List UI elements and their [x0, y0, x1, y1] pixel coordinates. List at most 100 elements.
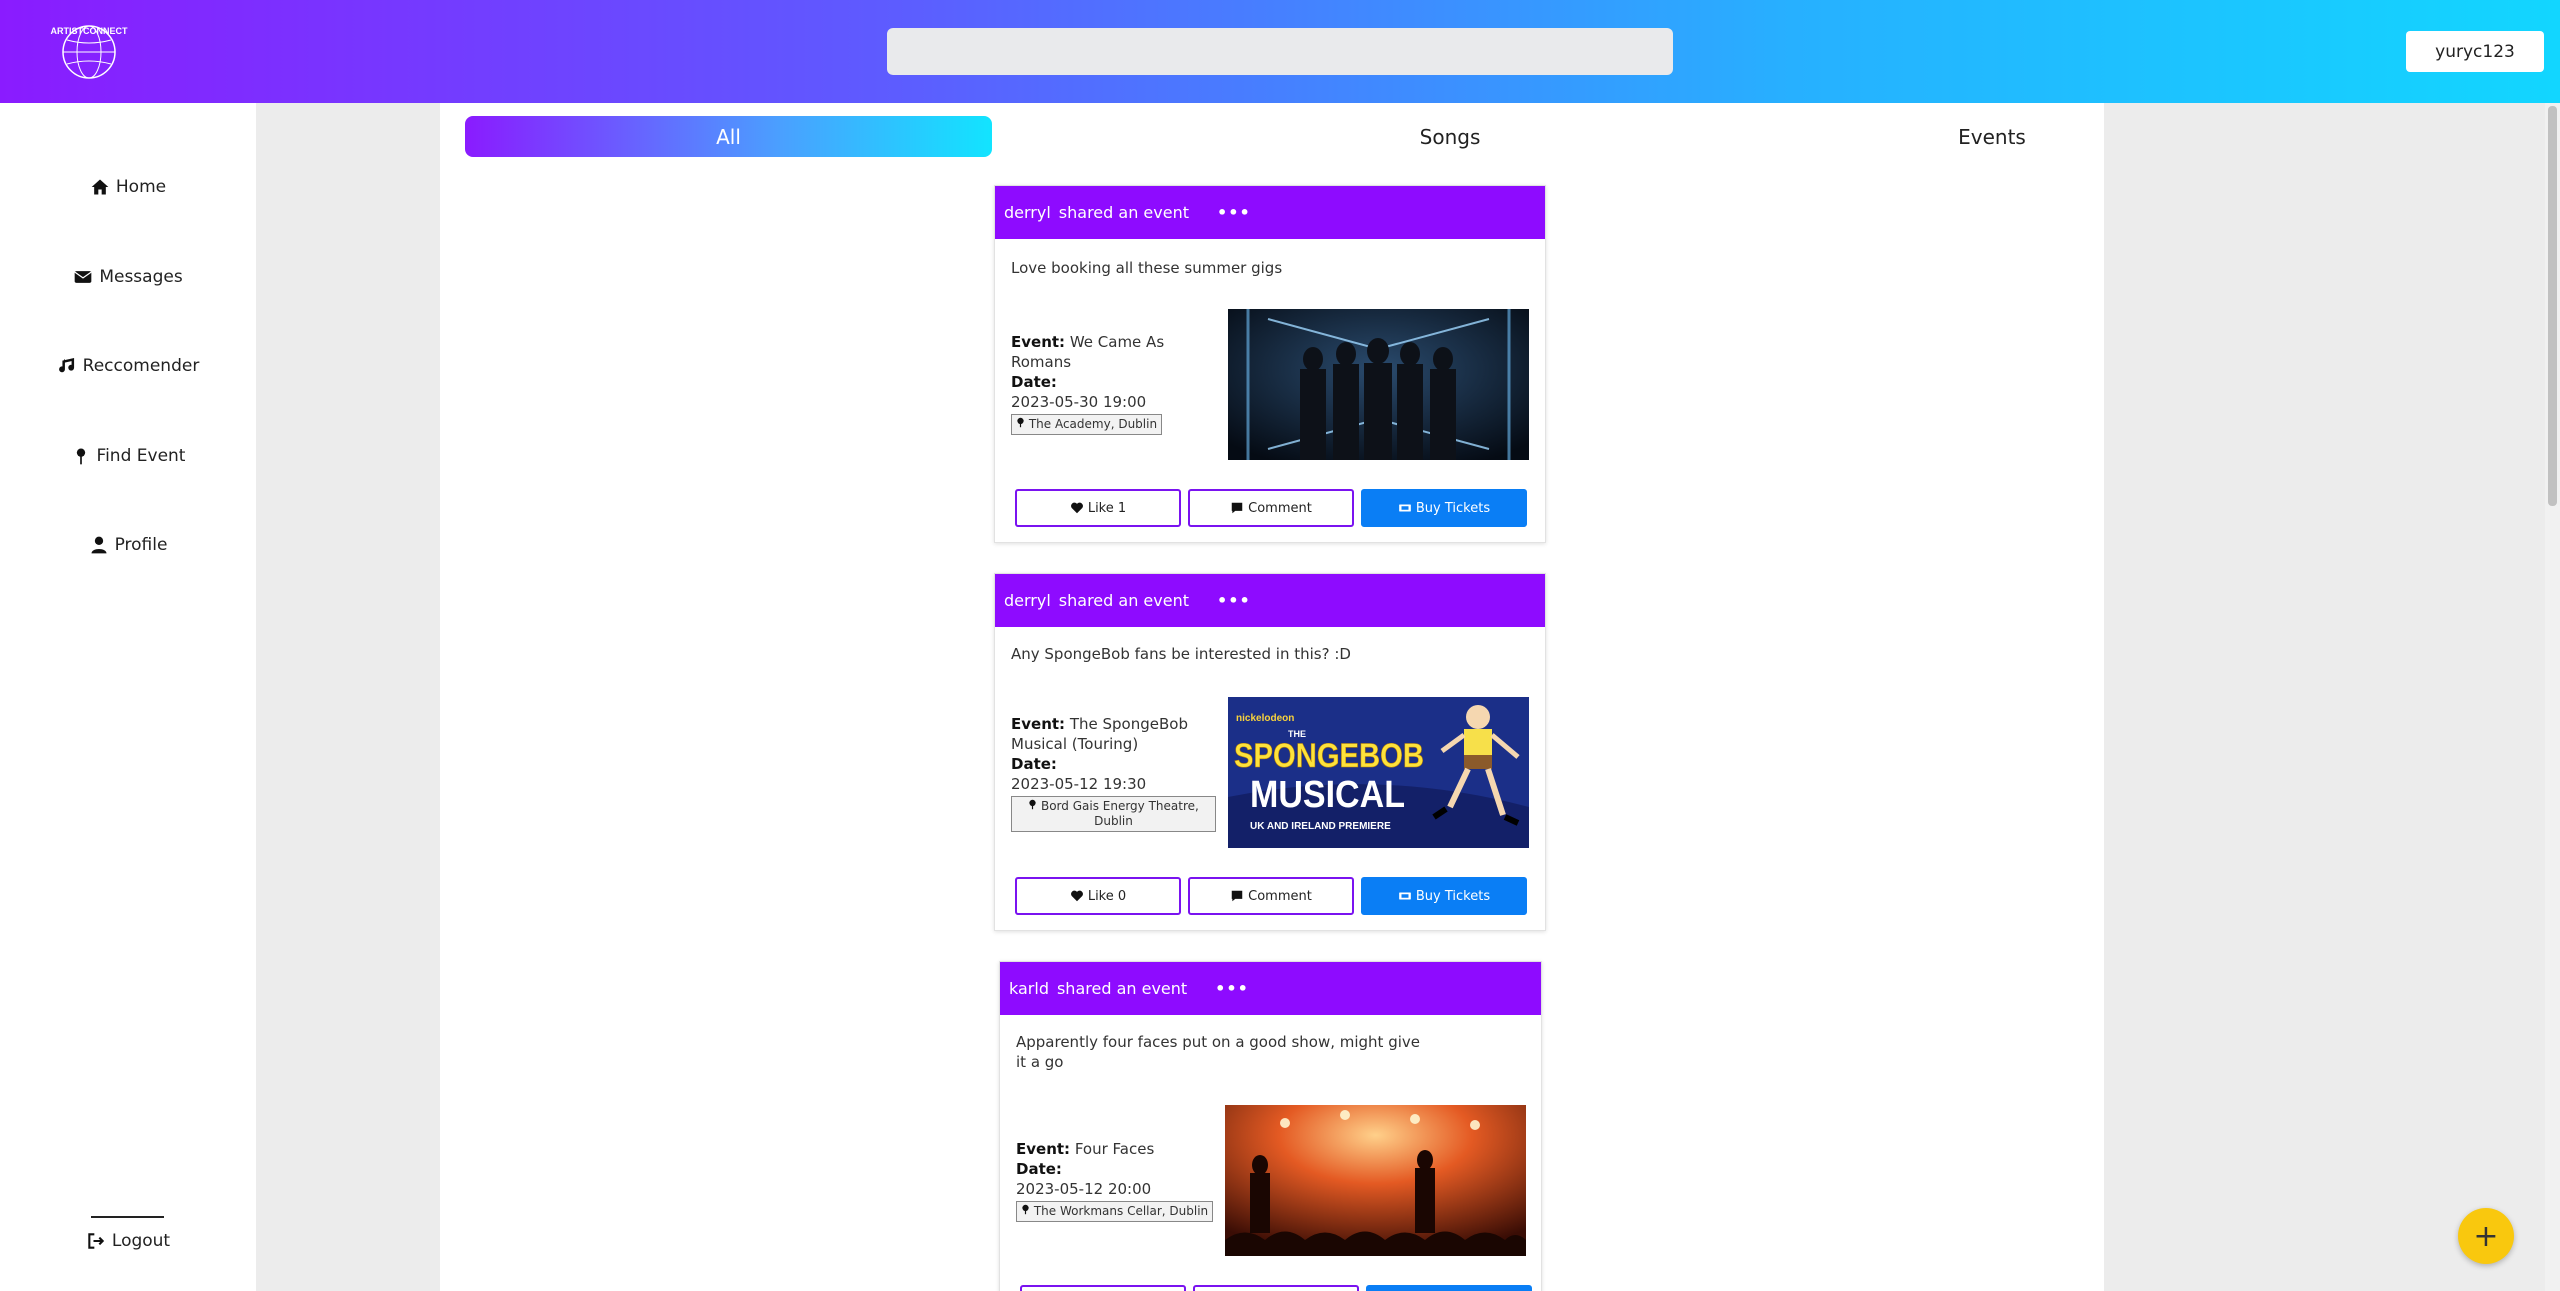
location-text: Bord Gais Energy Theatre, Dublin — [1040, 799, 1199, 828]
tab-label: Songs — [1419, 124, 1481, 149]
sidebar-item-home[interactable]: Home — [0, 167, 256, 207]
tab-label: All — [716, 124, 741, 149]
post-username[interactable]: derryl — [1004, 203, 1051, 222]
event-info: Event: Four Faces Date: 2023-05-12 20:00… — [1016, 1139, 1236, 1222]
post-card: derryl shared an event ••• Any SpongeBob… — [994, 573, 1546, 931]
svg-text:MUSICAL: MUSICAL — [1250, 774, 1405, 816]
event-label: Event: — [1016, 1140, 1071, 1158]
sidebar: Home Messages Reccomender Find Event Pro… — [0, 103, 256, 1291]
svg-text:ARTISTCONNECT: ARTISTCONNECT — [51, 26, 128, 36]
logout-label: Logout — [111, 1231, 171, 1251]
buy-tickets-label: Buy Tickets — [1415, 888, 1491, 904]
post-text: Love booking all these summer gigs — [1011, 259, 1283, 277]
envelope-icon — [74, 271, 93, 283]
divider — [91, 1216, 164, 1218]
location-badge[interactable]: The Academy, Dublin — [1011, 414, 1163, 435]
post-card: derryl shared an event ••• Love booking … — [994, 185, 1546, 543]
sidebar-item-label: Home — [115, 177, 167, 197]
comment-icon — [1231, 502, 1243, 514]
comment-button[interactable] — [1193, 1285, 1359, 1291]
post-header: derryl shared an event ••• — [995, 186, 1545, 239]
sidebar-item-label: Profile — [114, 535, 168, 555]
post-header: derryl shared an event ••• — [995, 574, 1545, 627]
date-label: Date: — [1016, 1160, 1062, 1178]
comment-button[interactable]: Comment — [1188, 489, 1354, 527]
like-button[interactable]: Like 1 — [1015, 489, 1181, 527]
sidebar-item-messages[interactable]: Messages — [0, 257, 256, 297]
ticket-icon — [1399, 892, 1411, 900]
svg-text:UK AND IRELAND PREMIERE: UK AND IRELAND PREMIERE — [1250, 821, 1391, 832]
post-text: Any SpongeBob fans be interested in this… — [1011, 645, 1351, 663]
map-pin-icon — [1029, 799, 1036, 810]
ticket-icon — [1399, 504, 1411, 512]
post-actions: Like 0 Comment Buy Tickets — [1015, 877, 1527, 915]
post-actions — [1020, 1285, 1532, 1291]
post-username[interactable]: derryl — [1004, 591, 1051, 610]
comment-button[interactable]: Comment — [1188, 877, 1354, 915]
post-menu-button[interactable]: ••• — [1217, 591, 1251, 610]
comment-label: Comment — [1248, 500, 1312, 516]
like-button[interactable]: Like 0 — [1015, 877, 1181, 915]
username-label: yuryc123 — [2435, 41, 2515, 62]
event-info: Event: The SpongeBob Musical (Touring) D… — [1011, 714, 1221, 832]
post-header: karld shared an event ••• — [1000, 962, 1541, 1015]
logout-button[interactable]: Logout — [0, 1221, 256, 1261]
event-date: 2023-05-12 20:00 — [1016, 1180, 1152, 1198]
create-post-button[interactable]: + — [2458, 1208, 2514, 1264]
buy-tickets-button[interactable]: Buy Tickets — [1361, 489, 1527, 527]
post-card: karld shared an event ••• Apparently fou… — [999, 961, 1542, 1291]
heart-icon — [1070, 502, 1083, 514]
event-label: Event: — [1011, 333, 1066, 351]
buy-tickets-label: Buy Tickets — [1415, 500, 1491, 516]
location-text: The Workmans Cellar, Dublin — [1033, 1204, 1209, 1218]
map-pin-icon — [1017, 417, 1024, 428]
page-scrollbar[interactable] — [2545, 103, 2560, 1291]
post-text: Apparently four faces put on a good show… — [1016, 1033, 1421, 1071]
post-menu-button[interactable]: ••• — [1217, 203, 1251, 222]
sidebar-item-find-event[interactable]: Find Event — [0, 436, 256, 476]
post-actions: Like 1 Comment Buy Tickets — [1015, 489, 1527, 527]
comment-label: Comment — [1248, 888, 1312, 904]
artistconnect-logo[interactable]: ARTISTCONNECT — [34, 20, 144, 82]
sidebar-item-label: Messages — [99, 267, 183, 287]
date-label: Date: — [1011, 373, 1057, 391]
sidebar-item-label: Reccomender — [82, 356, 200, 376]
post-action: shared an event — [1056, 979, 1188, 998]
comment-icon — [1231, 890, 1243, 902]
user-menu-button[interactable]: yuryc123 — [2406, 31, 2544, 72]
like-label: Like 1 — [1087, 500, 1127, 516]
event-date: 2023-05-12 19:30 — [1011, 775, 1147, 793]
top-header: ARTISTCONNECT yuryc123 — [0, 0, 2560, 103]
svg-text:SPONGEBOB: SPONGEBOB — [1234, 737, 1424, 775]
tab-label: Events — [1958, 124, 2026, 149]
post-action: shared an event — [1058, 591, 1189, 610]
search-input[interactable] — [887, 28, 1673, 75]
sidebar-item-reccomender[interactable]: Reccomender — [0, 346, 256, 386]
like-button[interactable] — [1020, 1285, 1186, 1291]
post-menu-button[interactable]: ••• — [1215, 979, 1249, 998]
plus-icon: + — [2473, 1218, 2499, 1254]
buy-tickets-button[interactable]: Buy Tickets — [1361, 877, 1527, 915]
event-image[interactable] — [1228, 309, 1529, 460]
logout-icon — [88, 1233, 105, 1249]
home-icon — [91, 179, 109, 195]
user-icon — [91, 536, 107, 554]
event-label: Event: — [1011, 715, 1066, 733]
sidebar-item-label: Find Event — [96, 446, 186, 466]
location-text: The Academy, Dublin — [1028, 417, 1158, 431]
location-badge[interactable]: The Workmans Cellar, Dublin — [1016, 1201, 1214, 1222]
like-label: Like 0 — [1087, 888, 1127, 904]
post-action: shared an event — [1058, 203, 1189, 222]
event-name: Four Faces — [1074, 1140, 1155, 1158]
event-image[interactable] — [1225, 1105, 1526, 1256]
event-date: 2023-05-30 19:00 — [1011, 393, 1147, 411]
location-badge[interactable]: Bord Gais Energy Theatre, Dublin — [1011, 796, 1216, 832]
buy-tickets-button[interactable] — [1366, 1285, 1532, 1291]
tab-all[interactable]: All — [465, 116, 992, 157]
event-image[interactable]: nickelodeon THE SPONGEBOB MUSICAL UK AND… — [1228, 697, 1529, 848]
scrollbar-thumb[interactable] — [2548, 106, 2557, 506]
svg-text:nickelodeon: nickelodeon — [1236, 713, 1294, 724]
post-username[interactable]: karld — [1009, 979, 1049, 998]
feed-panel: All Songs Events derryl shared an event … — [440, 103, 2104, 1291]
sidebar-item-profile[interactable]: Profile — [0, 525, 256, 565]
